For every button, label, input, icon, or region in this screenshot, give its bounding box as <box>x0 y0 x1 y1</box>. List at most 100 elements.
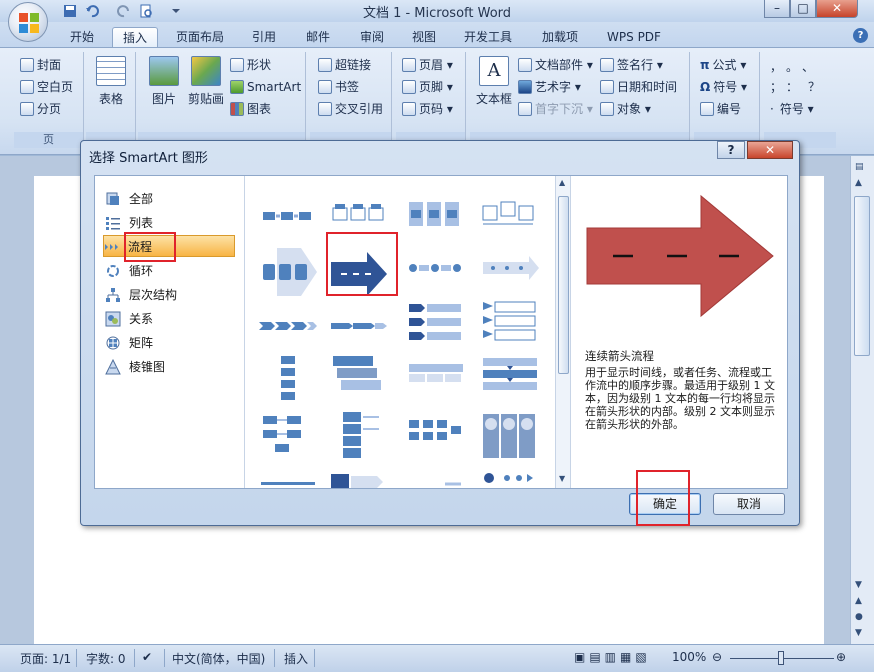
layout-vertical-chevron-list[interactable] <box>479 300 541 348</box>
page-number-button[interactable]: 页码 ▾ <box>402 100 453 118</box>
category-relationship[interactable]: 关系 <box>105 308 235 330</box>
symbol-button[interactable]: Ω 符号 ▾ <box>700 78 747 96</box>
dialog-help-button[interactable]: ? <box>717 141 745 159</box>
layout-staggered-process[interactable] <box>327 354 389 404</box>
char-colon[interactable]: ： <box>786 80 808 94</box>
layout-vertical-process[interactable] <box>257 354 319 404</box>
special-chars-row-2[interactable]: ；：？ <box>770 78 830 96</box>
previous-page-icon[interactable]: ▲ <box>855 596 862 606</box>
special-chars-row-1[interactable]: ，。、 <box>770 58 824 76</box>
browse-object-icon[interactable]: ● <box>855 612 863 622</box>
layout-segmented-process[interactable] <box>405 356 467 404</box>
office-button[interactable] <box>8 2 48 42</box>
zoom-in-icon[interactable]: ⊕ <box>836 650 846 664</box>
tab-wps-pdf[interactable]: WPS PDF <box>598 27 670 48</box>
gallery-scrollbar[interactable]: ▲ ▼ <box>555 176 571 488</box>
ruler-toggle-icon[interactable]: ▤ <box>855 162 864 172</box>
signature-line-button[interactable]: 签名行 ▾ <box>600 56 663 74</box>
gallery-scroll-up-icon[interactable]: ▲ <box>559 178 565 187</box>
layout-upward-arrow-process[interactable] <box>479 354 541 404</box>
char-enum-comma[interactable]: 、 <box>802 60 824 74</box>
language-status[interactable]: 中文(简体，中国) <box>172 650 265 667</box>
shapes-button[interactable]: 形状 <box>230 56 271 74</box>
cover-page-button[interactable]: 封面 <box>20 56 61 74</box>
hyperlink-button[interactable]: 超链接 <box>318 56 371 74</box>
page-break-button[interactable]: 分页 <box>20 100 61 118</box>
smartart-button[interactable]: SmartArt <box>230 78 301 96</box>
tab-references[interactable]: 引用 <box>242 27 286 48</box>
tab-mailings[interactable]: 邮件 <box>296 27 340 48</box>
next-page-icon[interactable]: ▼ <box>855 628 862 638</box>
date-time-button[interactable]: 日期和时间 <box>600 78 677 96</box>
char-semicolon[interactable]: ； <box>770 80 786 94</box>
category-matrix[interactable]: 矩阵 <box>105 332 235 354</box>
layout-closed-chevron[interactable] <box>327 306 389 346</box>
object-button[interactable]: 对象 ▾ <box>600 100 651 118</box>
cancel-button[interactable]: 取消 <box>713 493 785 515</box>
layout-circle-accent-timeline[interactable] <box>405 248 467 288</box>
scroll-thumb[interactable] <box>854 196 870 356</box>
chart-button[interactable]: 图表 <box>230 100 271 118</box>
equation-button[interactable]: π 公式 ▾ <box>700 56 746 74</box>
tab-view[interactable]: 视图 <box>402 27 446 48</box>
layout-detailed-process[interactable] <box>327 410 389 462</box>
blank-page-button[interactable]: 空白页 <box>20 78 73 96</box>
category-cycle[interactable]: 循环 <box>105 260 235 282</box>
tab-insert[interactable]: 插入 <box>112 27 158 48</box>
layout-row6-c[interactable] <box>405 468 467 488</box>
quick-parts-button[interactable]: 文档部件 ▾ <box>518 56 593 74</box>
layout-phased-process[interactable] <box>479 412 541 462</box>
view-buttons[interactable]: ▣▤▥▦▧ <box>574 650 651 664</box>
page-count[interactable]: 页面: 1/1 <box>20 650 71 667</box>
footer-button[interactable]: 页脚 ▾ <box>402 78 453 96</box>
layout-grouped-process[interactable] <box>405 416 467 460</box>
dialog-close-button[interactable]: ✕ <box>747 141 793 159</box>
special-symbol-button[interactable]: · 符号 ▾ <box>770 100 814 118</box>
scroll-up-icon[interactable]: ▲ <box>855 178 862 188</box>
numbering-button[interactable]: 编号 <box>700 100 741 118</box>
zoom-level[interactable]: 100% <box>672 650 706 664</box>
help-icon[interactable]: ? <box>853 28 868 43</box>
category-hierarchy[interactable]: 层次结构 <box>105 284 235 306</box>
gallery-scroll-thumb[interactable] <box>558 196 569 374</box>
category-pyramid[interactable]: 棱锥图 <box>105 356 235 378</box>
layout-step-up-process[interactable] <box>327 196 389 236</box>
proofing-icon[interactable]: ✔ <box>142 650 152 664</box>
layout-accent-process[interactable] <box>405 196 467 236</box>
layout-row6-d[interactable] <box>479 468 541 488</box>
tab-review[interactable]: 审阅 <box>350 27 394 48</box>
picture-button[interactable]: 图片 <box>146 56 182 107</box>
minimize-button[interactable]: – <box>764 0 790 18</box>
category-list-item[interactable]: 列表 <box>105 212 235 234</box>
maximize-button[interactable]: □ <box>790 0 816 18</box>
category-all[interactable]: 全部 <box>105 188 235 210</box>
tab-home[interactable]: 开始 <box>56 27 108 48</box>
header-button[interactable]: 页眉 ▾ <box>402 56 453 74</box>
layout-picture-process[interactable] <box>479 196 541 236</box>
char-question[interactable]: ？ <box>808 80 830 94</box>
vertical-scrollbar[interactable]: ▤ ▲ ▼ ▲ ● ▼ <box>850 156 874 644</box>
cross-reference-button[interactable]: 交叉引用 <box>318 100 383 118</box>
drop-cap-button[interactable]: 首字下沉 ▾ <box>518 100 593 118</box>
zoom-out-icon[interactable]: ⊖ <box>712 650 722 664</box>
bookmark-button[interactable]: 书签 <box>318 78 359 96</box>
layout-vertical-chevron[interactable] <box>405 300 467 348</box>
textbox-button[interactable]: A 文本框 <box>474 56 514 107</box>
table-button[interactable]: 表格 <box>94 56 128 107</box>
layout-row6-b[interactable] <box>327 468 389 488</box>
close-button[interactable]: ✕ <box>816 0 858 18</box>
layout-process-arrows[interactable] <box>257 246 319 298</box>
gallery-scroll-down-icon[interactable]: ▼ <box>559 474 565 483</box>
char-comma[interactable]: ， <box>770 60 786 74</box>
word-count[interactable]: 字数: 0 <box>86 650 126 667</box>
tab-addins[interactable]: 加载项 <box>532 27 588 48</box>
layout-row6-a[interactable] <box>257 468 319 488</box>
char-period[interactable]: 。 <box>786 60 802 74</box>
layout-basic-process[interactable] <box>257 196 319 236</box>
zoom-slider-thumb[interactable] <box>778 651 784 665</box>
layout-basic-timeline[interactable] <box>479 248 541 288</box>
layout-chevron-process[interactable] <box>257 306 319 346</box>
scroll-down-icon[interactable]: ▼ <box>855 580 862 590</box>
tab-page-layout[interactable]: 页面布局 <box>166 27 234 48</box>
wordart-button[interactable]: 艺术字 ▾ <box>518 78 581 96</box>
